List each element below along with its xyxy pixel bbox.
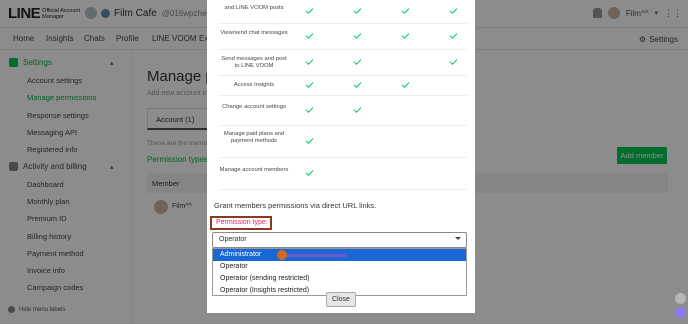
checkmark-icon (305, 136, 314, 144)
permission-row: Manage account members (219, 158, 467, 190)
checkmark-icon (449, 6, 458, 14)
checkmark-icon (401, 31, 410, 39)
checkmark-icon (401, 80, 410, 88)
checkmark-icon (305, 105, 314, 113)
permission-label: Manage account members (219, 166, 289, 173)
help-icon[interactable] (675, 293, 686, 304)
permission-type-select[interactable]: Operator (212, 232, 467, 248)
checkmark-icon (401, 6, 410, 14)
permission-label: Change account settings (222, 103, 286, 110)
chat-assistant-icon[interactable] (675, 307, 686, 318)
checkmark-icon (353, 31, 362, 39)
permission-row: Manage paid plans and payment methods (219, 126, 467, 158)
annotation-arrow-icon (277, 250, 347, 260)
grant-permissions-text: Grant members permissions via direct URL… (214, 201, 377, 210)
permission-type-label: Permission type: (210, 216, 272, 230)
permission-row: and LINE VOOM posts (219, 0, 467, 24)
permission-row: Change account settings (219, 96, 467, 126)
checkmark-icon (305, 80, 314, 88)
permission-row: View/send chat messages (219, 24, 467, 50)
checkmark-icon (353, 105, 362, 113)
checkmark-icon (353, 57, 362, 65)
checkmark-icon (305, 168, 314, 176)
checkmark-icon (305, 6, 314, 14)
option-operator[interactable]: Operator (213, 261, 466, 273)
permission-label: Send messages and post to LINE VOOM (221, 55, 287, 70)
permission-row: Send messages and post to LINE VOOM (219, 50, 467, 76)
checkmark-icon (353, 6, 362, 14)
checkmark-icon (449, 31, 458, 39)
permission-row: Access Insights (219, 76, 467, 96)
checkmark-icon (449, 57, 458, 65)
chevron-down-icon (455, 237, 461, 240)
permission-label: and LINE VOOM posts (224, 4, 284, 11)
permissions-modal: and LINE VOOM posts View/send chat messag… (207, 0, 475, 313)
checkmark-icon (305, 31, 314, 39)
permission-label: View/send chat messages (220, 29, 288, 36)
close-button[interactable]: Close (326, 292, 356, 307)
checkmark-icon (305, 57, 314, 65)
permission-label: Access Insights (233, 82, 275, 89)
option-operator-sending-restricted[interactable]: Operator (sending restricted) (213, 273, 466, 285)
checkmark-icon (353, 80, 362, 88)
permission-label: Manage paid plans and payment methods (223, 130, 285, 145)
